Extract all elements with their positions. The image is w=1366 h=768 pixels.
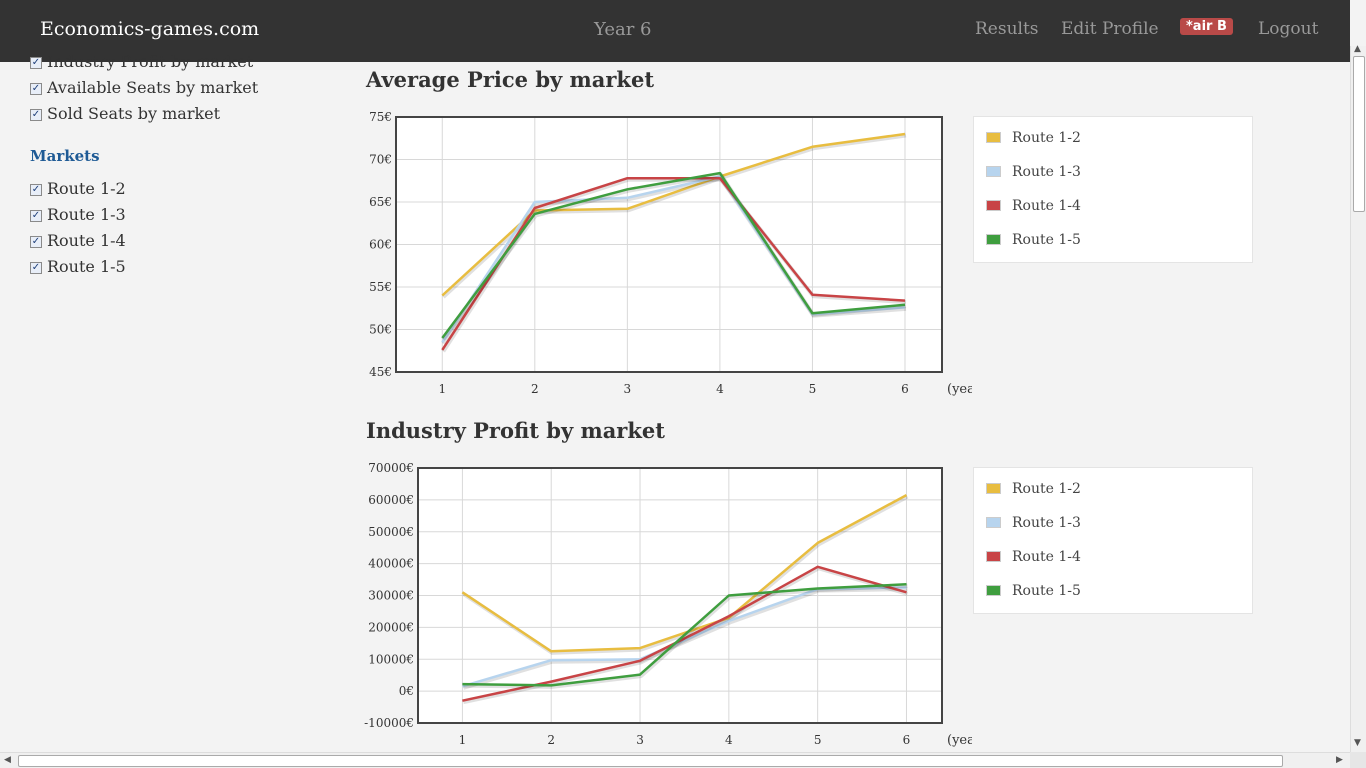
market-option-label: Route 1-3 (47, 205, 126, 224)
x-tick-label: 5 (809, 382, 817, 396)
x-tick-label: 4 (725, 733, 733, 747)
logout-link[interactable]: Logout (1258, 19, 1318, 39)
legend-label: Route 1-4 (1012, 549, 1081, 565)
market-option-label: Route 1-2 (47, 179, 126, 198)
checkbox[interactable]: ✓ (30, 83, 42, 95)
y-tick-label: 55€ (369, 280, 392, 294)
x-tick-label: 6 (903, 733, 911, 747)
legend-label: Route 1-3 (1012, 164, 1081, 180)
metric-option-label: Available Seats by market (47, 78, 259, 97)
industry-profit-title: Industry Profit by market (366, 418, 665, 443)
horizontal-scrollbar[interactable]: ◀ ▶ (0, 752, 1350, 768)
average-price-legend: Route 1-2 Route 1-3 Route 1-4 Route 1-5 (973, 116, 1253, 263)
y-tick-label: 70000€ (368, 461, 414, 475)
market-option-label: Route 1-4 (47, 231, 126, 250)
x-axis-label: (year) (947, 382, 972, 397)
legend-swatch (986, 234, 1001, 245)
average-price-chart: 75€ 70€ 65€ 60€ 55€ 50€ 45€ 1 2 3 4 5 6 (year) (369, 110, 972, 397)
industry-profit-legend: Route 1-2 Route 1-3 Route 1-4 Route 1-5 (973, 467, 1253, 614)
y-tick-label: 20000€ (368, 620, 414, 634)
y-tick-label: 75€ (369, 110, 392, 124)
legend-label: Route 1-3 (1012, 515, 1081, 531)
metric-option-label: Industry Profit by market (47, 52, 254, 71)
scroll-down-arrow-icon[interactable]: ▼ (1354, 738, 1361, 748)
x-tick-label: 2 (531, 382, 539, 396)
legend-swatch (986, 483, 1001, 494)
x-tick-label: 3 (624, 382, 632, 396)
y-tick-label: 40000€ (368, 557, 414, 571)
legend-swatch (986, 551, 1001, 562)
x-tick-label: 3 (636, 733, 644, 747)
legend-swatch (986, 200, 1001, 211)
x-tick-label: 6 (901, 382, 909, 396)
legend-swatch (986, 132, 1001, 143)
y-tick-label: 10000€ (368, 652, 414, 666)
y-tick-label: 30000€ (368, 589, 414, 603)
scroll-right-arrow-icon[interactable]: ▶ (1336, 755, 1343, 765)
y-tick-label: 70€ (369, 153, 392, 167)
x-tick-label: 4 (716, 382, 724, 396)
y-tick-label: 45€ (369, 365, 392, 379)
x-tick-label: 5 (814, 733, 822, 747)
vertical-scroll-thumb[interactable] (1353, 56, 1365, 212)
metric-option-label: Sold Seats by market (47, 104, 221, 123)
y-tick-label: 0€ (399, 684, 414, 698)
checkbox[interactable]: ✓ (30, 184, 42, 196)
scrollbar-corner (1350, 752, 1366, 768)
y-tick-label: 60000€ (368, 493, 414, 507)
results-link[interactable]: Results (975, 19, 1039, 39)
horizontal-scroll-thumb[interactable] (18, 755, 1283, 767)
legend-swatch (986, 517, 1001, 528)
legend-label: Route 1-4 (1012, 198, 1081, 214)
legend-label: Route 1-2 (1012, 481, 1081, 497)
current-year-label: Year 6 (594, 19, 652, 40)
airline-badge: *air B (1180, 18, 1233, 35)
checkbox[interactable]: ✓ (30, 210, 42, 222)
legend-label: Route 1-2 (1012, 130, 1081, 146)
market-option-label: Route 1-5 (47, 257, 126, 276)
industry-profit-chart: 70000€ 60000€ 50000€ 40000€ 30000€ 20000€ 1000… (364, 461, 972, 748)
y-tick-label: 60€ (369, 238, 392, 252)
x-tick-label: 1 (438, 382, 446, 396)
x-tick-label: 1 (459, 733, 467, 747)
x-tick-label: 2 (547, 733, 555, 747)
legend-label: Route 1-5 (1012, 232, 1081, 248)
legend-label: Route 1-5 (1012, 583, 1081, 599)
edit-profile-link[interactable]: Edit Profile (1061, 19, 1159, 39)
y-tick-label: -10000€ (364, 716, 414, 730)
legend-swatch (986, 585, 1001, 596)
scroll-left-arrow-icon[interactable]: ◀ (4, 755, 11, 765)
brand-link[interactable]: Economics-games.com (40, 18, 259, 40)
legend-swatch (986, 166, 1001, 177)
average-price-title: Average Price by market (366, 67, 655, 92)
checkbox[interactable]: ✓ (30, 109, 42, 121)
markets-heading: Markets (30, 147, 100, 165)
checkbox[interactable]: ✓ (30, 57, 42, 69)
y-tick-label: 65€ (369, 195, 392, 209)
x-axis-label: (year) (947, 733, 972, 748)
vertical-scrollbar[interactable]: ▲ ▼ (1350, 44, 1366, 752)
y-tick-label: 50€ (369, 323, 392, 337)
y-tick-label: 50000€ (368, 525, 414, 539)
scroll-up-arrow-icon[interactable]: ▲ (1354, 44, 1361, 54)
checkbox[interactable]: ✓ (30, 262, 42, 274)
checkbox[interactable]: ✓ (30, 236, 42, 248)
